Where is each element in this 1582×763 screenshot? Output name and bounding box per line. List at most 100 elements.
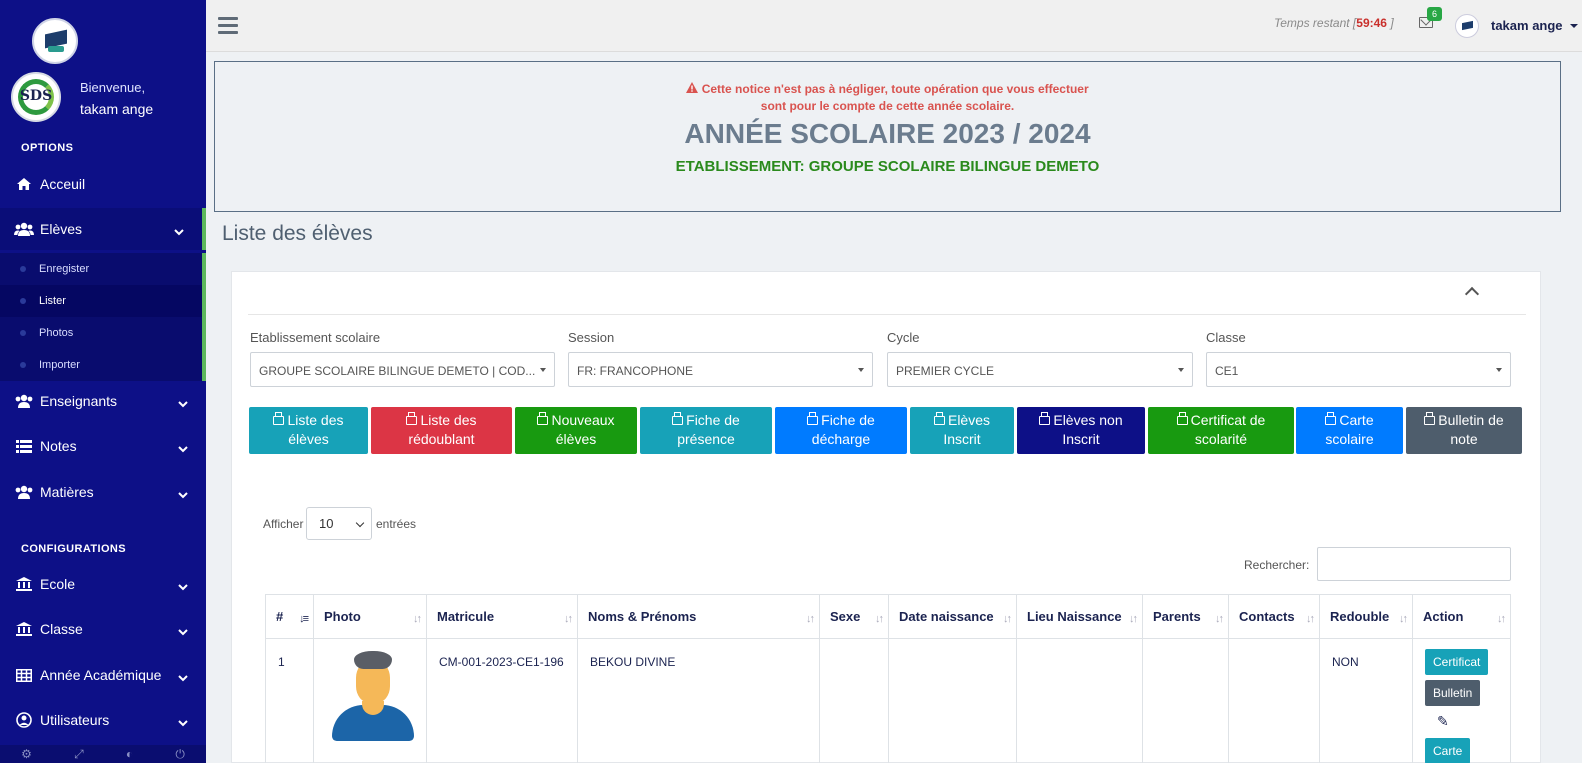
sidebar-item-notes[interactable]: Notes (0, 425, 206, 467)
cell-sexe (819, 638, 889, 763)
column-header-action[interactable]: Action ↓↑ (1412, 594, 1511, 639)
list-icon (13, 439, 35, 453)
power-icon[interactable]: ⏻ (175, 747, 185, 762)
sidebar-item-label: Enseignants (40, 393, 118, 409)
chevron-down-icon (178, 578, 188, 594)
column-header-date[interactable]: Date naissance ↓↑ (888, 594, 1017, 639)
home-icon (13, 177, 35, 191)
bulletin-action-button[interactable]: Bulletin (1425, 680, 1481, 706)
eleves-submenu: Enregister Lister Photos Importer (0, 253, 206, 381)
chevron-up-icon[interactable] (1464, 286, 1480, 302)
cell-name: BEKOU DIVINE (577, 638, 820, 763)
print-icon (1039, 412, 1051, 425)
sidebar-item-classe[interactable]: Classe (0, 608, 206, 650)
search-input[interactable] (1317, 547, 1511, 581)
caret-down-icon[interactable] (1570, 24, 1578, 28)
column-header-parents[interactable]: Parents ↓↑ (1142, 594, 1229, 639)
submenu-enregister[interactable]: Enregister (0, 253, 202, 285)
column-header-redouble[interactable]: Redouble ↓↑ (1319, 594, 1413, 639)
cell-parents (1142, 638, 1229, 763)
sidebar-item-label: Acceuil (40, 176, 86, 192)
cell-contacts (1228, 638, 1320, 763)
smart-school-logo (32, 18, 78, 64)
column-header-sexe[interactable]: Sexe ↓↑ (819, 594, 889, 639)
cell-date (888, 638, 1017, 763)
eye-slash-icon[interactable]: ◐ (126, 747, 133, 761)
user-menu[interactable]: takam ange (1491, 18, 1563, 33)
sidebar-item-utilisateurs[interactable]: Utilisateurs (0, 699, 206, 741)
session-timer: Temps restant [59:46 ] (1274, 16, 1394, 30)
sidebar: SDS Bienvenue, takam ange OPTIONS Acceui… (0, 0, 206, 763)
sidebar-item-matieres[interactable]: Matières (0, 471, 206, 513)
eleves-inscrit-button[interactable]: Elèves Inscrit (910, 407, 1014, 454)
certificat-action-button[interactable]: Certificat (1425, 649, 1489, 675)
fiche-decharge-button[interactable]: Fiche de décharge (775, 407, 907, 454)
mail-count-badge: 6 (1427, 7, 1443, 21)
user-logo[interactable] (1455, 14, 1479, 38)
users-icon (13, 222, 35, 236)
timer-value: 59:46 (1356, 16, 1387, 30)
top-bar: Temps restant [59:46 ] 6 takam ange (206, 0, 1582, 52)
sidebar-item-acceuil[interactable]: Acceuil (0, 163, 206, 205)
avatar: SDS (11, 72, 61, 122)
users-icon (13, 485, 35, 499)
carte-action-button[interactable]: Carte (1425, 738, 1471, 763)
settings-icon[interactable]: ⚙ (21, 747, 32, 761)
cell-num: 1 (265, 638, 314, 763)
cycle-select[interactable]: PREMIER CYCLE (887, 352, 1193, 387)
fullscreen-icon[interactable]: ⤢ (74, 747, 84, 762)
print-icon (537, 412, 549, 425)
sidebar-item-annee-academique[interactable]: Année Académique (0, 654, 206, 696)
chevron-down-icon (174, 223, 184, 239)
sidebar-item-label: Elèves (40, 221, 83, 237)
liste-redoublant-button[interactable]: Liste des rédoublant (371, 407, 512, 454)
sidebar-item-enseignants[interactable]: Enseignants (0, 380, 206, 422)
column-header-num[interactable]: # ↓≡ (265, 594, 314, 639)
sort-icon: ↓↑ (1215, 613, 1224, 625)
submenu-lister[interactable]: Lister (0, 285, 202, 317)
fiche-presence-button[interactable]: Fiche de présence (640, 407, 772, 454)
sort-icon: ↓↑ (1129, 613, 1138, 625)
sort-icon: ↓↑ (1497, 613, 1506, 625)
options-heading: OPTIONS (21, 142, 74, 154)
users-icon (13, 394, 35, 408)
carte-scolaire-button[interactable]: Carte scolaire (1296, 407, 1403, 454)
certificat-scolarite-button[interactable]: Certificat de scolarité (1148, 407, 1294, 454)
etablissement-select[interactable]: GROUPE SCOLAIRE BILINGUE DEMETO | COD... (250, 352, 555, 387)
school-year-notice: Cette notice n'est pas à négliger, toute… (214, 61, 1561, 212)
column-header-noms[interactable]: Noms & Prénoms ↓↑ (577, 594, 820, 639)
column-header-lieu[interactable]: Lieu Naissance ↓↑ (1016, 594, 1143, 639)
search-label: Rechercher: (1244, 558, 1310, 572)
edit-pencil-icon[interactable]: ✎ (1437, 713, 1500, 730)
page-length-select[interactable]: 10 (306, 507, 372, 540)
chevron-down-icon (178, 669, 188, 685)
submenu-photos[interactable]: Photos (0, 317, 202, 349)
filter-label-etablissement: Etablissement scolaire (250, 330, 381, 345)
print-icon (807, 412, 819, 425)
etablissement-name: ETABLISSEMENT: GROUPE SCOLAIRE BILINGUE … (675, 158, 1100, 175)
eleves-non-inscrit-button[interactable]: Elèves non Inscrit (1017, 407, 1145, 454)
configurations-heading: CONFIGURATIONS (21, 543, 127, 555)
column-header-matricule[interactable]: Matricule ↓↑ (426, 594, 578, 639)
sort-icon: ↓↑ (1306, 613, 1315, 625)
menu-toggle-icon[interactable] (218, 17, 238, 35)
filter-label-session: Session (568, 330, 615, 345)
classe-select[interactable]: CE1 (1206, 352, 1511, 387)
print-icon (273, 412, 285, 425)
print-icon (672, 412, 684, 425)
sidebar-item-label: Notes (40, 438, 77, 454)
table-icon (13, 668, 35, 682)
nouveaux-eleves-button[interactable]: Nouveaux élèves (515, 407, 637, 454)
print-icon (933, 412, 945, 425)
session-select[interactable]: FR: FRANCOPHONE (568, 352, 873, 387)
liste-eleves-button[interactable]: Liste des élèves (249, 407, 368, 454)
column-header-contacts[interactable]: Contacts ↓↑ (1228, 594, 1320, 639)
column-header-photo[interactable]: Photo ↓↑ (313, 594, 427, 639)
sidebar-item-eleves[interactable]: Elèves (0, 208, 206, 250)
submenu-importer[interactable]: Importer (0, 349, 202, 381)
page-title: Liste des élèves (222, 222, 373, 245)
students-table: # ↓≡ Photo ↓↑ Matricule ↓↑ Noms & Prénoms ↓↑… (265, 594, 1511, 763)
sidebar-item-ecole[interactable]: Ecole (0, 563, 206, 605)
bulletin-note-button[interactable]: Bulletin de note (1406, 407, 1522, 454)
print-icon (1325, 412, 1337, 425)
